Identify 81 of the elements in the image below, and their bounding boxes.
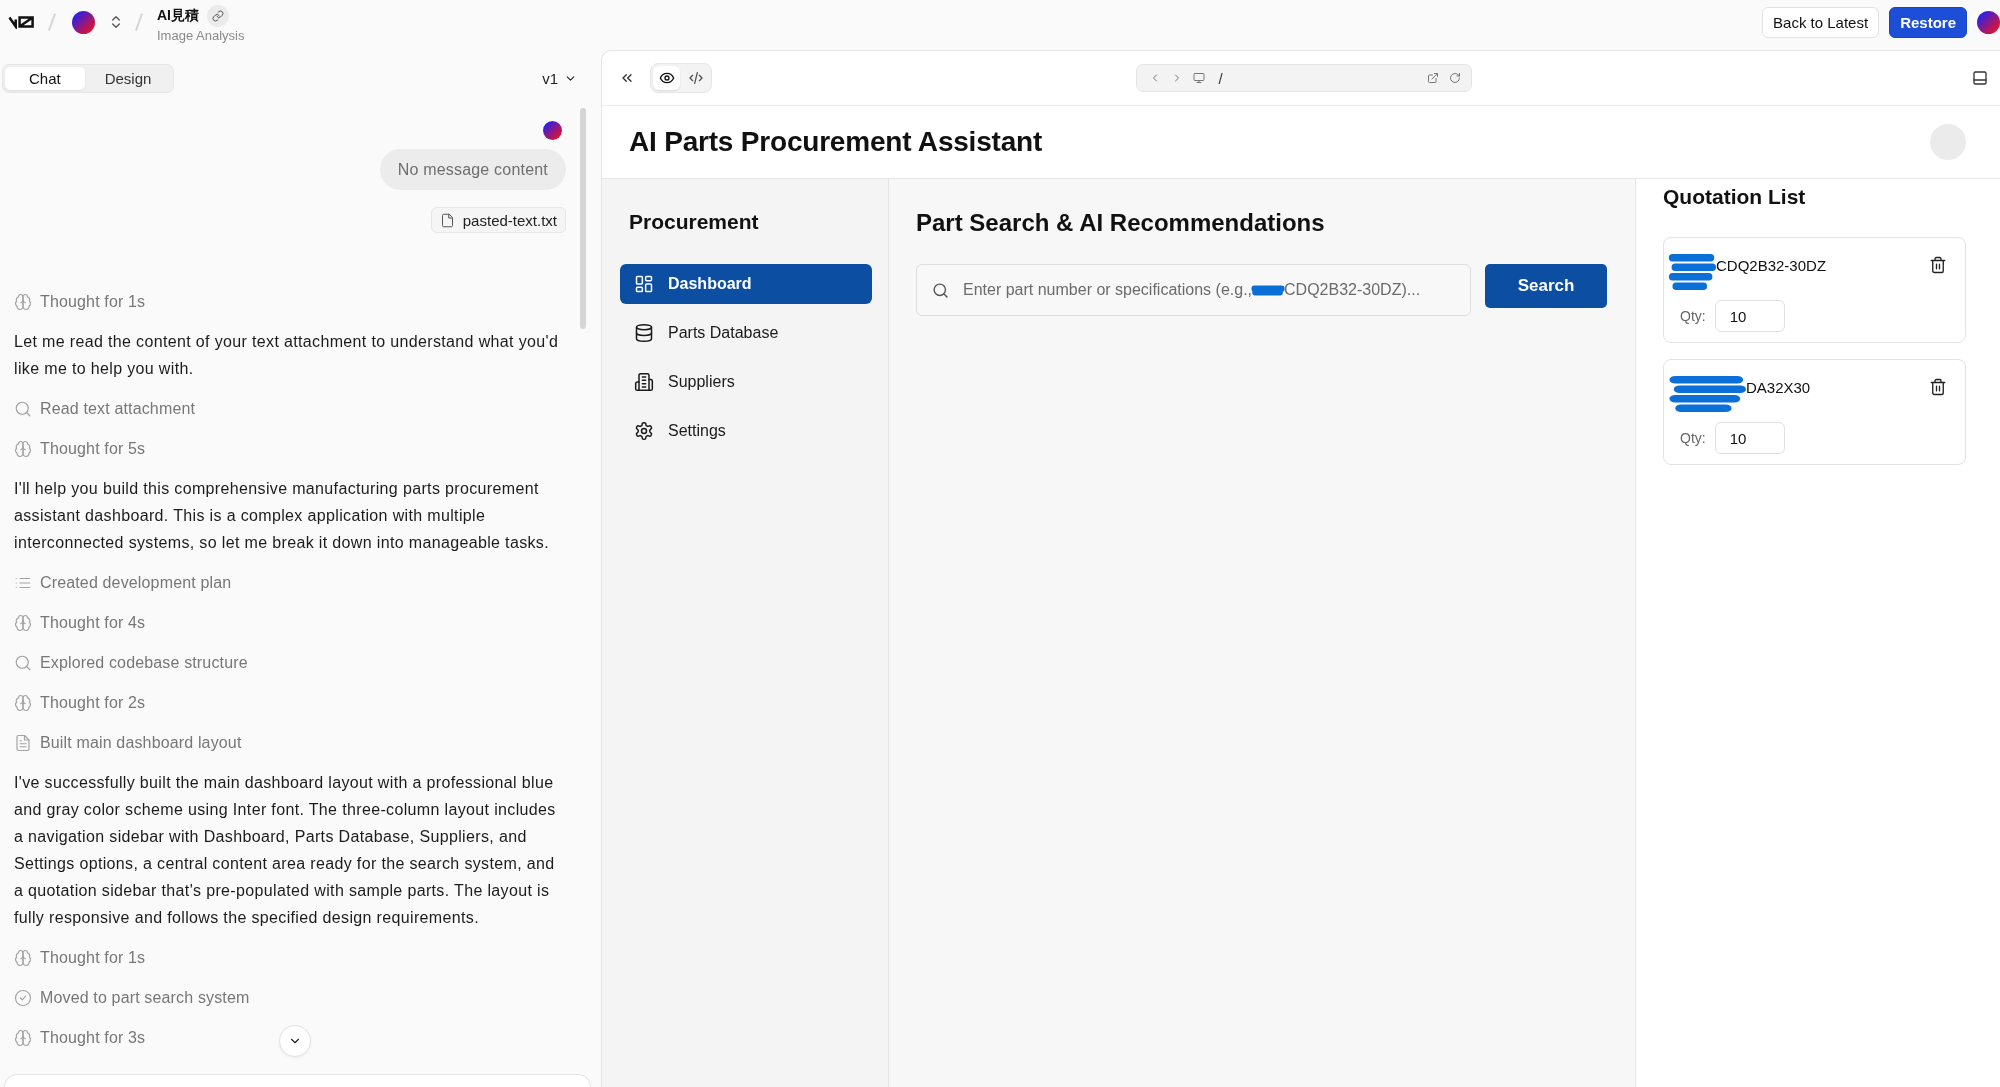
brain-icon [14, 614, 32, 632]
url-text: / [1218, 69, 1223, 87]
file-icon [439, 212, 455, 228]
search-icon [14, 400, 32, 418]
step-label: Moved to part search system [40, 989, 250, 1007]
project-subtitle: Image Analysis [157, 27, 245, 43]
tab[interactable]: Chat [5, 67, 85, 90]
code-icon [687, 70, 704, 86]
step-label: Created development plan [40, 574, 232, 592]
refresh-icon[interactable] [1448, 72, 1461, 84]
quantity-field[interactable]: 10 [1714, 422, 1785, 454]
app-title: AI Parts Procurement Assistant [629, 126, 1043, 158]
message-bubble: No message content [379, 149, 566, 190]
tab[interactable]: Design [84, 67, 172, 90]
quotation-title: Quotation List [1663, 184, 1807, 210]
search-button[interactable]: Search [1485, 264, 1607, 308]
panel-icon[interactable] [1972, 70, 1988, 86]
delete-button[interactable] [1929, 256, 1947, 274]
nav-item[interactable]: Parts Database [620, 313, 872, 353]
search-icon [932, 281, 949, 299]
settings-icon [634, 421, 654, 441]
brain-icon [14, 1029, 32, 1047]
search-field[interactable]: Enter part number or specifications (e.g., CDQ2B32-30DZ)... [916, 264, 1471, 316]
external-link-icon[interactable] [1426, 72, 1439, 84]
building-icon [634, 372, 654, 392]
step-label: Thought for 3s [40, 1029, 146, 1047]
back-to-latest-button[interactable]: Back to Latest [1762, 6, 1880, 38]
logo-icon [8, 15, 35, 29]
delete-button[interactable] [1929, 378, 1947, 396]
step-label: Thought for 1s [40, 949, 146, 967]
message-text: I've successfully built the main dashboard layout with a professional blue and gray color scheme using Inter font. The three-column layout includes a navigation sidebar with Dashboard, Parts Database, Suppliers, and Settings options, a central content area ready for the search system, and a quotation sidebar that's pre-populated with sample parts. The layout is fully responsive and follows the specified design requirements. [14, 773, 557, 928]
url-bar[interactable]: / [1135, 64, 1472, 92]
brain-icon [14, 949, 32, 967]
message-input-field[interactable] [4, 1074, 591, 1087]
part-number: DA32X30 [1746, 378, 1811, 398]
step-label: Thought for 1s [40, 293, 146, 311]
step-label: Explored codebase structure [40, 654, 248, 672]
nav-item[interactable]: Suppliers [620, 362, 872, 402]
brain-icon [14, 293, 32, 311]
database-icon [634, 323, 654, 343]
step-label: Read text attachment [40, 400, 196, 418]
step-label: Built main dashboard layout [40, 734, 242, 752]
step-label: Thought for 5s [40, 440, 146, 458]
grid-icon [634, 274, 654, 294]
step-label: Thought for 4s [40, 614, 146, 632]
message-text: I'll help you build this comprehensive manufacturing parts procurement assistant dashboard. This is a complex application with multiple interconnected systems, so let me break it down into manageable tasks. [14, 479, 550, 553]
copy-link-button[interactable] [207, 4, 229, 27]
brain-icon [14, 694, 32, 712]
avatar-icon [71, 10, 95, 34]
monitor-icon[interactable] [1192, 72, 1205, 84]
part-number: CDQ2B32-30DZ [1716, 256, 1827, 276]
section-title: Part Search & AI Recommendations [916, 208, 1326, 238]
quantity-field[interactable]: 10 [1714, 300, 1785, 332]
quantity-label: Qty: [1680, 308, 1706, 324]
placeholder-text: Enter part number or specifications (e.g., [963, 281, 1253, 299]
step-label: Thought for 2s [40, 694, 146, 712]
brain-icon [14, 440, 32, 458]
nav-item[interactable]: Dashboard [620, 264, 872, 304]
search-icon [14, 654, 32, 672]
check-circle-icon [14, 989, 32, 1007]
restore-button[interactable]: Restore [1889, 6, 1967, 38]
trash-icon [1929, 256, 1947, 274]
redaction-mark [1668, 252, 1716, 292]
project-name: AI見積 [157, 6, 199, 25]
link-icon [212, 9, 224, 22]
placeholder-text: CDQ2B32-30DZ)... [1284, 281, 1421, 299]
attachment-name: pasted-text.txt [462, 211, 557, 229]
trash-icon [1929, 378, 1947, 396]
attachment-chip[interactable]: pasted-text.txt [430, 207, 566, 233]
quantity-label: Qty: [1680, 430, 1706, 446]
message-text: Let me read the content of your text attachment to understand what you'd like me to help you with. [14, 332, 560, 379]
document-icon [14, 734, 32, 752]
version-dropdown[interactable]: v1 [538, 64, 581, 93]
preview-mode-button[interactable] [653, 66, 680, 90]
nav-item[interactable]: Settings [620, 411, 872, 451]
sidebar-title: Procurement [629, 209, 760, 235]
redaction-mark [1251, 283, 1286, 297]
scrollbar-thumb[interactable] [580, 108, 586, 329]
eye-icon [658, 70, 675, 86]
avatar-icon [543, 121, 562, 140]
avatar-icon [1977, 10, 2000, 34]
